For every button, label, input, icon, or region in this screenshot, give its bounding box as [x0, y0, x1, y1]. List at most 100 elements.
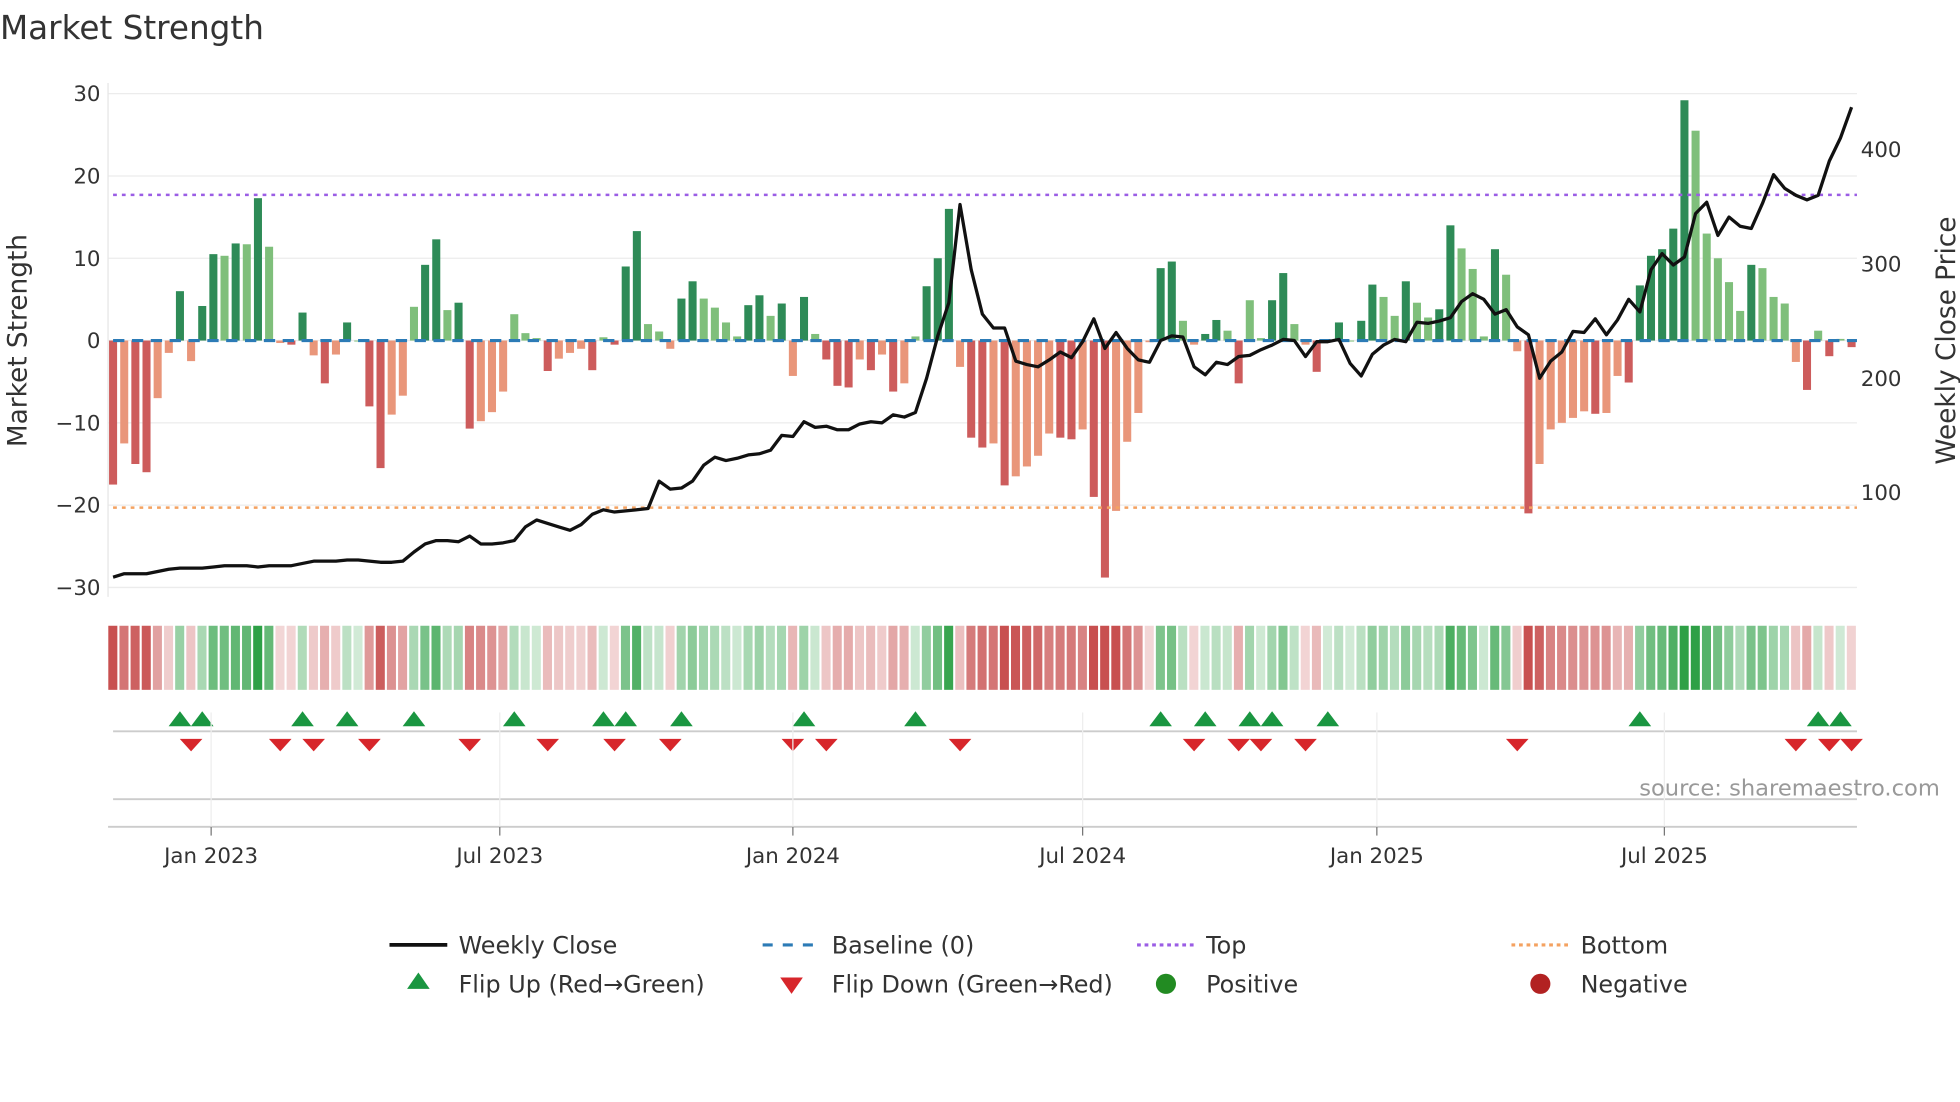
strip-cell-positive	[1724, 625, 1734, 690]
strip-cell-negative	[832, 625, 842, 690]
negative-bar	[320, 340, 329, 384]
positive-bar	[1780, 303, 1789, 341]
strip-cell-negative	[665, 625, 675, 690]
strip-cell-positive	[1155, 625, 1165, 690]
strip-cell-positive	[710, 625, 720, 690]
negative-bar	[889, 340, 898, 392]
flip-up-marker	[1806, 711, 1830, 727]
strip-cell-positive	[620, 625, 630, 690]
strip-cell-positive	[1167, 625, 1177, 690]
positive-bar	[1468, 268, 1477, 341]
strip-cell-positive	[1434, 625, 1444, 690]
flip-up-marker	[1260, 711, 1284, 727]
negative-bar	[1535, 340, 1544, 464]
positive-bar	[621, 266, 630, 341]
flip-down-marker	[1818, 738, 1841, 752]
positive-bar	[343, 322, 352, 341]
strip-cell-negative	[1534, 625, 1544, 690]
negative-bar	[499, 340, 508, 392]
strip-cell-positive	[799, 625, 809, 690]
positive-bar	[1390, 315, 1399, 341]
strip-cell-negative	[1612, 625, 1622, 690]
strip-cell-positive	[598, 625, 608, 690]
strip-cell-positive	[175, 625, 185, 690]
strip-cell-negative	[1089, 625, 1099, 690]
strip-cell-negative	[1111, 625, 1121, 690]
positive-bar	[198, 305, 207, 341]
positive-bar	[800, 296, 809, 341]
negative-bar	[1791, 340, 1800, 362]
legend-label: Flip Up (Red→Green)	[459, 971, 705, 999]
flip-markers	[108, 711, 1863, 828]
negative-bar	[1123, 340, 1132, 442]
strip-cell-positive	[1635, 625, 1645, 690]
negative-bar	[1234, 340, 1243, 384]
y-axis-label: Market Strength	[3, 234, 33, 447]
strip-cell-negative	[866, 625, 876, 690]
strip-cell-positive	[431, 625, 441, 690]
negative-bar	[1546, 340, 1555, 430]
positive-bar	[1680, 100, 1689, 341]
negative-bar	[376, 340, 385, 469]
negative-bar	[120, 340, 129, 444]
negative-bar	[1134, 340, 1143, 413]
negative-bar	[855, 340, 864, 360]
strip-cell-negative	[141, 625, 151, 690]
strip-cell-negative	[375, 625, 385, 690]
strip-cell-negative	[476, 625, 486, 690]
strip-cell-positive	[1345, 625, 1355, 690]
strip-cell-negative	[1311, 625, 1321, 690]
strip-cell-negative	[119, 625, 129, 690]
negative-bar	[1045, 340, 1054, 434]
negative-bar	[588, 340, 597, 371]
flip-down-marker	[458, 738, 482, 752]
strip-cell-positive	[420, 625, 430, 690]
strip-cell-negative	[999, 625, 1009, 690]
flip-up-marker	[1149, 711, 1172, 727]
strip-cell-positive	[197, 625, 207, 690]
negative-bar	[1000, 340, 1009, 486]
positive-bar	[1490, 249, 1499, 341]
strip-cell-positive	[1657, 625, 1667, 690]
strip-cell-negative	[1144, 625, 1154, 690]
strip-cell-negative	[1189, 625, 1199, 690]
strip-cell-positive	[944, 625, 954, 690]
strip-cell-negative	[308, 625, 318, 690]
positive-bar	[1724, 282, 1734, 341]
flip-up-marker	[792, 711, 816, 727]
flip-up-marker	[1316, 711, 1340, 727]
strip-cell-positive	[632, 625, 642, 690]
positive-bar	[643, 324, 653, 341]
strip-cell-positive	[1445, 625, 1455, 690]
positive-bar	[454, 302, 463, 341]
strip-cell-negative	[877, 625, 887, 690]
strip-cell-negative	[1100, 625, 1110, 690]
market-strength-chart: Market Strength Market Strength Weekly C…	[0, 9, 1960, 999]
negative-bar	[1591, 340, 1600, 414]
flip-up-marker	[614, 711, 638, 727]
strip-cell-positive	[1713, 625, 1723, 690]
legend-label: Flip Down (Green→Red)	[832, 971, 1113, 999]
strip-cell-negative	[364, 625, 374, 690]
positive-bar	[443, 310, 452, 341]
positive-bar	[175, 291, 184, 341]
strip-cell-negative	[164, 625, 174, 690]
negative-bar	[164, 340, 173, 353]
positive-bar	[220, 255, 229, 341]
negative-bar	[989, 340, 998, 444]
positive-bar	[242, 244, 251, 341]
negative-bar	[866, 340, 875, 371]
negative-bar	[1022, 340, 1031, 467]
x-tick-label: Jan 2025	[1328, 844, 1424, 869]
positive-bar	[1424, 317, 1433, 341]
negative-bar	[1580, 340, 1589, 412]
y2-ticks: 400 300 200 100	[1861, 138, 1902, 506]
strip-cell-negative	[1601, 625, 1611, 690]
y2-tick-label: 200	[1861, 367, 1902, 392]
flip-down-legend-icon	[780, 977, 803, 994]
strip-cell-positive	[721, 625, 731, 690]
negative-bar	[309, 340, 318, 356]
strip-cell-positive	[531, 625, 541, 690]
strip-cell-positive	[1412, 625, 1422, 690]
positive-bar	[1702, 233, 1711, 341]
